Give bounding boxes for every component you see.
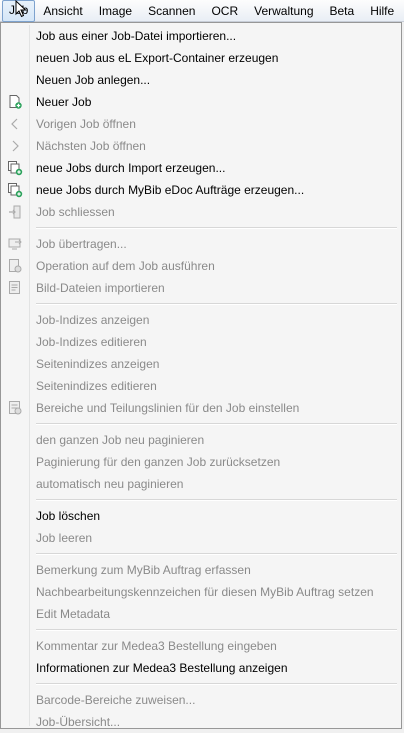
arrow-left-icon [11,118,18,130]
menu-bar: Job Ansicht Image Scannen OCR Verwaltung… [0,0,404,22]
item-auto-repaginate[interactable]: automatisch neu paginieren [3,473,399,495]
import-jobs-icon [8,161,23,176]
separator [36,553,397,555]
item-next-job[interactable]: Nächsten Job öffnen [3,135,399,157]
menu-ansicht[interactable]: Ansicht [35,1,90,21]
item-clear-job[interactable]: Job leeren [3,527,399,549]
item-previous-job[interactable]: Vorigen Job öffnen [3,113,399,135]
arrow-right-icon [12,140,19,152]
item-delete-job[interactable]: Job löschen [3,505,399,527]
separator [36,629,397,631]
item-create-new-job[interactable]: Neuen Job anlegen... [3,69,399,91]
menu-job[interactable]: Job [2,0,36,22]
mybib-jobs-icon [8,183,23,198]
item-medea3-info[interactable]: Informationen zur Medea3 Bestellung anze… [3,657,399,679]
menu-verwaltung[interactable]: Verwaltung [246,1,321,21]
menu-scannen[interactable]: Scannen [140,1,203,21]
item-medea3-comment[interactable]: Kommentar zur Medea3 Bestellung eingeben [3,635,399,657]
item-import-new-jobs[interactable]: neue Jobs durch Import erzeugen... [3,157,399,179]
menu-ocr[interactable]: OCR [203,1,246,21]
separator [36,227,397,229]
item-mybib-edoc-jobs[interactable]: neue Jobs durch MyBib eDoc Aufträge erze… [3,179,399,201]
item-mybib-note[interactable]: Bemerkung zum MyBib Auftrag erfassen [3,559,399,581]
item-reset-pagination[interactable]: Paginierung für den ganzen Job zurückset… [3,451,399,473]
menu-beta[interactable]: Beta [322,1,363,21]
transfer-job-icon [8,238,22,250]
item-edit-job-indices[interactable]: Job-Indizes editieren [3,331,399,353]
item-edit-metadata[interactable]: Edit Metadata [3,603,399,625]
item-import-job-file[interactable]: Job aus einer Job-Datei importieren... [3,25,399,47]
item-show-job-indices[interactable]: Job-Indizes anzeigen [3,309,399,331]
separator [36,683,397,685]
item-assign-barcode-areas[interactable]: Barcode-Bereiche zuweisen... [3,689,399,711]
item-new-job[interactable]: Neuer Job [3,91,399,113]
job-menu-dropdown: Job aus einer Job-Datei importieren... n… [0,22,402,729]
item-new-job-from-export-container[interactable]: neuen Job aus eL Export-Container erzeug… [3,47,399,69]
item-transfer-job[interactable]: Job übertragen... [3,233,399,255]
menu-image[interactable]: Image [91,1,140,21]
item-mybib-postprocess-flag[interactable]: Nachbearbeitungskennzeichen für diesen M… [3,581,399,603]
item-import-image-files[interactable]: Bild-Dateien importieren [3,277,399,299]
new-job-icon [9,95,22,109]
item-edit-page-indices[interactable]: Seitenindizes editieren [3,375,399,397]
separator [36,303,397,305]
item-run-operation[interactable]: Operation auf dem Job ausführen [3,255,399,277]
separator [36,423,397,425]
menu-hilfe[interactable]: Hilfe [362,1,402,21]
item-show-page-indices[interactable]: Seitenindizes anzeigen [3,353,399,375]
item-areas-split-lines[interactable]: Bereiche und Teilungslinien für den Job … [3,397,399,419]
operation-icon [9,259,22,273]
separator [36,499,397,501]
image-files-icon [9,281,20,294]
item-repaginate-job[interactable]: den ganzen Job neu paginieren [3,429,399,451]
close-job-icon [9,205,21,219]
split-lines-icon [9,401,22,415]
item-close-job[interactable]: Job schliessen [3,201,399,223]
